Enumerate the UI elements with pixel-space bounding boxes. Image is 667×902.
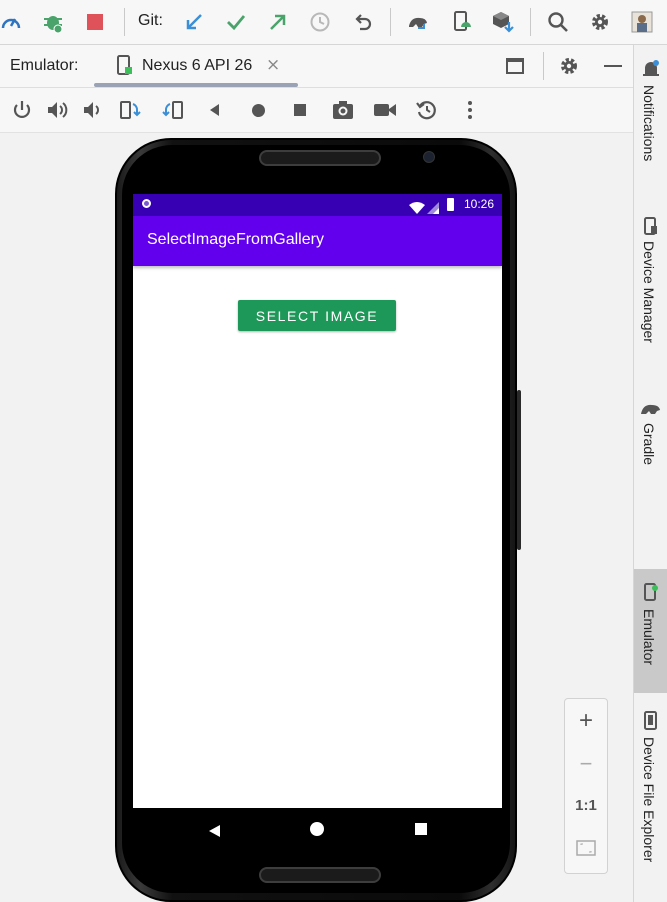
gradle-tab[interactable]: Gradle [634, 397, 667, 487]
tool-window-bar: Notifications Device Manager Gradle Emul… [633, 45, 667, 902]
close-tab-icon[interactable]: × [266, 55, 280, 75]
phone-side-button [517, 390, 521, 550]
device-icon [116, 54, 134, 82]
zoom-controls: + − 1:1 [564, 698, 608, 874]
gradle-label: Gradle [641, 423, 657, 466]
tab-nexus-6[interactable]: Nexus 6 API 26 × [94, 45, 298, 87]
phone-camera [423, 151, 435, 163]
rollback-icon[interactable] [350, 9, 376, 35]
minimize-icon[interactable] [600, 53, 626, 79]
battery-icon [447, 198, 454, 211]
toolbar-separator [124, 8, 125, 36]
snapshot-icon[interactable] [414, 97, 440, 123]
gradle-icon [640, 399, 662, 421]
phone-speaker-bottom [259, 867, 381, 883]
header-separator [543, 52, 544, 80]
zoom-in-button[interactable]: + [565, 707, 607, 735]
profiler-icon[interactable] [0, 9, 24, 35]
zoom-out-button[interactable]: − [565, 751, 607, 777]
device-file-explorer-tab[interactable]: Device File Explorer [634, 709, 667, 899]
actual-size-button[interactable]: 1:1 [565, 797, 607, 814]
history-icon[interactable] [307, 9, 333, 35]
home-icon[interactable] [245, 97, 271, 123]
device-file-explorer-icon [643, 711, 659, 735]
emulator-label-tab: Emulator [641, 609, 657, 666]
toolbar-separator [530, 8, 531, 36]
select-image-button[interactable]: SELECT IMAGE [238, 300, 396, 331]
device-tab-label: Nexus 6 API 26 [142, 57, 253, 74]
main-toolbar: Git: [0, 0, 667, 45]
device-manager-tab[interactable]: Device Manager [634, 215, 667, 375]
notifications-tab[interactable]: Notifications [634, 55, 667, 195]
toolbar-separator [390, 8, 391, 36]
git-label: Git: [138, 12, 163, 29]
notifications-label: Notifications [641, 85, 657, 162]
device-screen[interactable]: 10:26 SelectImageFromGallery SELECT IMAG… [133, 194, 502, 851]
sdk-manager-icon[interactable] [490, 9, 516, 35]
tab-underline [94, 83, 298, 87]
emulator-tab[interactable]: Emulator [634, 569, 667, 693]
overview-icon[interactable] [287, 97, 313, 123]
power-icon[interactable] [9, 97, 35, 123]
git-push-icon[interactable] [265, 9, 291, 35]
notification-dot-icon [142, 199, 151, 208]
nav-overview-icon[interactable] [415, 823, 427, 835]
nav-home-icon[interactable] [310, 822, 324, 836]
rotate-left-icon[interactable] [117, 97, 143, 123]
nav-back-icon[interactable] [207, 823, 221, 842]
phone-speaker-top [259, 150, 381, 166]
status-time: 10:26 [463, 197, 494, 211]
screen-record-icon[interactable] [372, 97, 398, 123]
emulator-header: Emulator: Nexus 6 API 26 × [0, 45, 633, 88]
app-bar: SelectImageFromGallery [133, 216, 502, 266]
device-file-explorer-label: Device File Explorer [641, 737, 657, 863]
settings-icon[interactable] [587, 9, 613, 35]
search-icon[interactable] [545, 9, 571, 35]
debug-icon[interactable] [40, 9, 66, 35]
gradle-sync-icon[interactable] [405, 9, 431, 35]
volume-up-icon[interactable] [45, 97, 71, 123]
fit-screen-icon[interactable] [565, 839, 607, 862]
bell-icon [642, 59, 660, 83]
emulator-settings-icon[interactable] [556, 53, 582, 79]
rotate-right-icon[interactable] [160, 97, 186, 123]
screenshot-icon[interactable] [330, 97, 356, 123]
git-commit-icon[interactable] [223, 9, 249, 35]
emulator-controls [0, 88, 633, 133]
device-manager-icon[interactable] [449, 9, 475, 35]
device-manager-label: Device Manager [641, 241, 657, 343]
window-layout-icon[interactable] [502, 53, 528, 79]
more-icon[interactable] [457, 97, 483, 123]
app-title: SelectImageFromGallery [147, 231, 324, 248]
emulator-label: Emulator: [10, 57, 79, 74]
back-icon[interactable] [202, 97, 228, 123]
status-bar: 10:26 [133, 194, 502, 216]
device-manager-small-icon [643, 217, 659, 241]
project-structure-icon[interactable] [629, 9, 655, 35]
git-update-icon[interactable] [181, 9, 207, 35]
stop-icon[interactable] [82, 9, 108, 35]
emulator-icon [643, 583, 659, 607]
volume-down-icon[interactable] [80, 97, 106, 123]
android-nav-bar [133, 808, 502, 851]
